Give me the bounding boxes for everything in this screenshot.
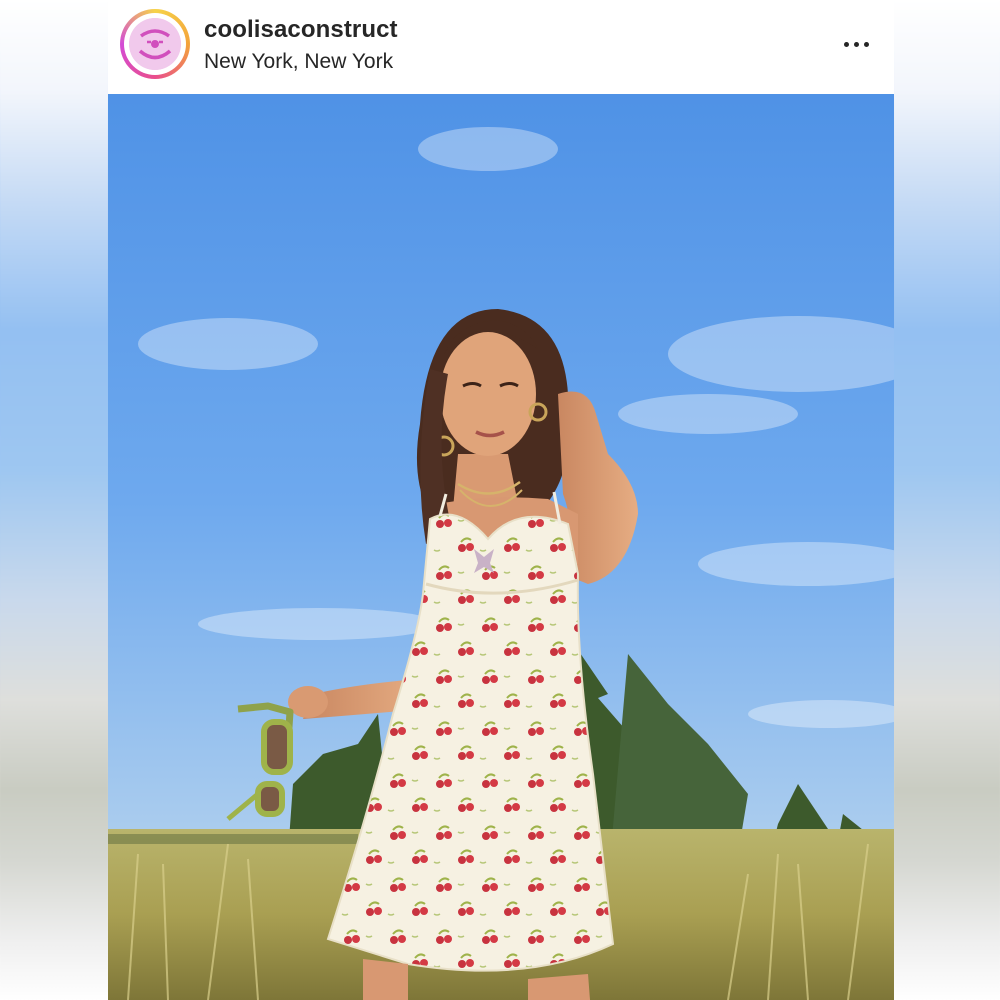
more-horizontal-icon bbox=[843, 41, 849, 47]
more-horizontal-icon-dot bbox=[863, 41, 869, 47]
username-link[interactable]: coolisaconstruct bbox=[204, 16, 398, 44]
more-horizontal-icon-dot bbox=[853, 41, 859, 47]
post-header: coolisaconstruct New York, New York bbox=[108, 0, 894, 94]
location-link[interactable]: New York, New York bbox=[204, 50, 393, 74]
instagram-post: coolisaconstruct New York, New York bbox=[108, 0, 894, 1000]
blurred-right-backdrop bbox=[894, 0, 1000, 1000]
avatar[interactable] bbox=[120, 9, 190, 79]
post-photo[interactable] bbox=[108, 94, 894, 1000]
avatar-border bbox=[124, 13, 186, 75]
blurred-left-backdrop bbox=[0, 0, 108, 1000]
more-options-button[interactable] bbox=[836, 30, 876, 58]
photo-illustration bbox=[108, 94, 894, 1000]
cool-is-a-construct-logo-icon bbox=[129, 18, 181, 70]
